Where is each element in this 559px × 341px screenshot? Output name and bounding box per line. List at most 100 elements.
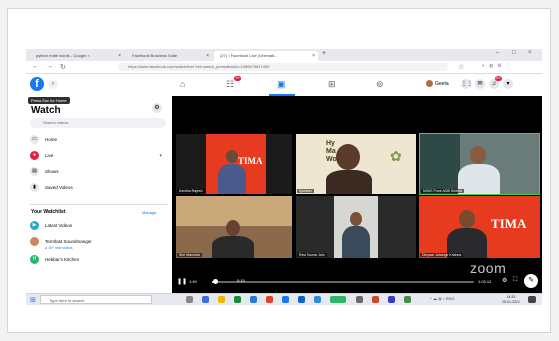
menu-grid-icon[interactable]: ⋮⋮ xyxy=(461,79,473,89)
sidebar-item-home[interactable]: ▭ Home xyxy=(30,134,168,146)
excel-icon[interactable] xyxy=(330,296,346,303)
browser-window: python mate words - Google × × Facebook … xyxy=(26,49,542,305)
task-view-icon[interactable] xyxy=(186,296,193,303)
forward-icon[interactable]: → xyxy=(46,63,53,70)
reload-icon[interactable]: ↻ xyxy=(60,63,66,71)
participant-tile: Ravi Kumar Jain xyxy=(296,196,416,258)
tooltip: Press Esc for Home xyxy=(28,97,70,104)
search-placeholder: Search videos xyxy=(43,120,69,125)
search-icon[interactable]: ⌕ xyxy=(48,79,58,89)
participant-name: Speaker xyxy=(297,189,315,193)
taskbar-search-input[interactable]: Type here to search xyxy=(40,295,152,304)
sidebar-title: Watch xyxy=(31,105,61,116)
manage-link[interactable]: Manage xyxy=(142,210,156,215)
facebook-header: f ⌕ ⌂ ☷ 9+ ▣ ⊞ ⊚ Geeta ⋮⋮ ✉ ♫ 20+ ▾ xyxy=(26,74,542,97)
star-icon[interactable]: ☆ xyxy=(458,63,464,71)
channel-avatar xyxy=(30,237,39,247)
sidebar-item-saved[interactable]: ▮ Saved Videos xyxy=(30,182,168,194)
messenger-icon[interactable]: ✉ xyxy=(475,79,485,89)
store-icon[interactable] xyxy=(250,296,257,303)
system-tray[interactable]: ^ ☁ ◍ ♪ ENG xyxy=(430,296,454,301)
extension-icons[interactable]: ◐◍⚙⋮ xyxy=(482,63,515,69)
tab-bar: python mate words - Google × × Facebook … xyxy=(26,49,542,61)
close-icon[interactable]: × xyxy=(206,51,209,61)
sidebar-item-label: Shows xyxy=(45,169,59,174)
seek-bar[interactable]: 0:15 xyxy=(212,278,474,284)
sidebar-item-shows[interactable]: ▤ Shows xyxy=(30,166,168,178)
search-videos-input[interactable]: Search videos xyxy=(30,118,166,128)
video-player[interactable]: TIMA Kavitha Rajesh Hy Ma st Wo ce ✿ Spe… xyxy=(172,96,542,293)
edge-icon[interactable] xyxy=(202,296,209,303)
tab-business-suite[interactable]: Facebook Business Suite × xyxy=(126,51,212,61)
person-body xyxy=(326,170,372,194)
bell-badge: 20+ xyxy=(495,76,502,81)
watchlist-item[interactable]: ▶ Latest Videos xyxy=(30,220,168,232)
gear-icon[interactable]: ⚙ xyxy=(502,277,507,284)
facebook-logo[interactable]: f xyxy=(30,77,44,91)
edit-icon: ✎ xyxy=(528,277,534,284)
seek-handle[interactable] xyxy=(212,279,218,284)
tab-google[interactable]: python mate words - Google × × xyxy=(30,51,124,61)
time-total: 1:03:12 xyxy=(478,279,492,284)
word-icon[interactable] xyxy=(298,296,305,303)
taskbar-search-placeholder: Type here to search xyxy=(49,298,85,303)
account-dropdown-icon[interactable]: ▾ xyxy=(503,79,513,89)
close-icon[interactable]: × xyxy=(312,51,315,61)
app-icon[interactable] xyxy=(404,296,411,303)
tab-facebook-live[interactable]: (27) • Facebook Live (Orientati... × xyxy=(214,51,318,61)
time-current: 1:49 xyxy=(189,279,197,284)
person-body xyxy=(212,236,254,258)
minimize-icon[interactable]: – xyxy=(496,50,499,56)
marketplace-icon[interactable]: ⊞ xyxy=(328,79,336,90)
back-icon[interactable]: ← xyxy=(32,63,39,70)
new-tab-button[interactable]: + xyxy=(322,50,326,57)
participant-tile: TIMA Dinyaar Jahangir Krishna xyxy=(419,196,540,258)
participant-name: Dinyaar Jahangir Krishna xyxy=(420,253,464,257)
home-icon[interactable]: ⌂ xyxy=(180,79,185,89)
watch-icon[interactable]: ▣ xyxy=(277,79,286,90)
app-icon[interactable] xyxy=(282,296,289,303)
maximize-icon[interactable]: □ xyxy=(512,50,516,56)
taskbar-clock[interactable]: 14:33 25-01-2021 xyxy=(502,295,520,304)
person-body xyxy=(218,164,246,194)
windows-start-icon[interactable]: ⊞ xyxy=(30,296,36,304)
watchlist-item-label: Hebbar's Kitchen xyxy=(45,257,80,262)
participant-tile: Hy Ma st Wo ce ✿ Speaker xyxy=(296,134,416,194)
url-text: https://www.facebook.com/watch/live/?ref… xyxy=(128,64,270,69)
fullscreen-icon[interactable]: ⛶ xyxy=(513,277,517,284)
participant-name: Kavitha Rajesh xyxy=(177,189,205,193)
banner-text: TIMA xyxy=(238,156,263,166)
bookmark-icon: ▮ xyxy=(30,183,39,193)
app-icon[interactable] xyxy=(372,296,379,303)
person-head xyxy=(226,220,240,236)
person-head xyxy=(336,144,360,170)
groups-icon[interactable]: ⊚ xyxy=(376,79,384,90)
tab-label: (27) • Facebook Live (Orientati... xyxy=(220,53,278,58)
chevron-down-icon[interactable]: ▾ xyxy=(159,150,162,162)
zoom-app-icon[interactable] xyxy=(314,296,321,303)
compose-button[interactable]: ✎ xyxy=(524,274,538,288)
participant-tile: TIMA Kavitha Rajesh xyxy=(176,134,292,194)
tab-label: Facebook Business Suite xyxy=(132,53,178,58)
language-indicator: ENG xyxy=(445,296,455,301)
app-icon[interactable] xyxy=(356,296,363,303)
friends-icon[interactable]: ☷ xyxy=(226,79,234,90)
url-input[interactable]: https://www.facebook.com/watch/live/?ref… xyxy=(118,63,448,71)
window-close-icon[interactable]: × xyxy=(528,50,532,56)
new-videos-count: ● 10+ new videos xyxy=(45,246,73,250)
chrome-icon[interactable] xyxy=(234,296,241,303)
app-icon[interactable] xyxy=(388,296,395,303)
sidebar-item-live[interactable]: ● Live ▾ xyxy=(30,150,168,162)
hover-time: 0:15 xyxy=(237,278,245,283)
profile-button[interactable]: Geeta xyxy=(426,80,449,87)
watch-sidebar: Watch ⚙ Search videos ▭ Home ● Live ▾ ▤ Sho… xyxy=(26,96,172,293)
watchlist-item[interactable]: H Hebbar's Kitchen xyxy=(30,254,168,266)
profile-name: Geeta xyxy=(435,80,449,87)
tv-icon: ▭ xyxy=(30,135,39,145)
gear-icon[interactable]: ⚙ xyxy=(152,103,162,113)
close-icon[interactable]: × xyxy=(118,51,121,61)
notifications-icon[interactable] xyxy=(528,296,536,303)
app-icon[interactable] xyxy=(266,296,273,303)
pause-icon[interactable]: ❚❚ xyxy=(177,278,187,285)
file-explorer-icon[interactable] xyxy=(218,296,225,303)
